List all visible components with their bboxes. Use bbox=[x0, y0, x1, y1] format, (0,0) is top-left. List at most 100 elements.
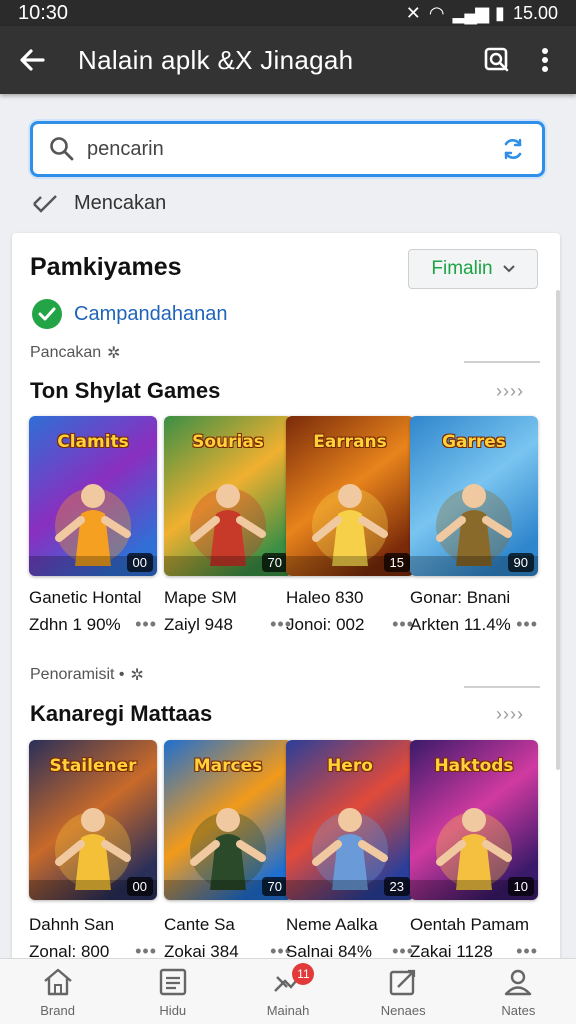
mute-icon: ✕ bbox=[405, 2, 421, 23]
hint-label: Mencakan bbox=[74, 192, 167, 214]
nav-label: Brand bbox=[40, 1003, 75, 1018]
list-icon bbox=[158, 965, 188, 999]
game-logo: Garres bbox=[442, 432, 506, 452]
verified-label: Campandahanan bbox=[74, 302, 228, 325]
divider bbox=[464, 686, 540, 688]
divider bbox=[464, 361, 540, 363]
game-tiles-row: Clamits 00 Sourias 70 Earrans 15 Garres 90 bbox=[29, 416, 543, 576]
scrollbar[interactable] bbox=[556, 290, 560, 770]
see-more-link[interactable]: ›››› bbox=[496, 381, 524, 402]
rating-badge: 70 bbox=[261, 877, 288, 896]
game-subtitle: Zdhn 1 90% bbox=[29, 614, 121, 634]
nav-item-brand[interactable]: Brand bbox=[0, 959, 115, 1024]
game-logo: Marces bbox=[193, 756, 263, 776]
rating-badge: 15 bbox=[383, 553, 410, 572]
page-title: Nalain aplk &X Jinagah bbox=[78, 44, 354, 75]
nav-item-nenaes[interactable]: Nenaes bbox=[346, 959, 461, 1024]
game-tile[interactable]: Haktods 10 bbox=[410, 740, 538, 900]
nav-label: Hidu bbox=[159, 1003, 187, 1018]
game-subtitle: Jonoi: 002 bbox=[286, 614, 365, 634]
checkmark-outline-icon bbox=[33, 194, 57, 213]
home-icon bbox=[41, 965, 75, 999]
game-tile[interactable]: Garres 90 bbox=[410, 416, 538, 576]
chevron-down-icon bbox=[502, 265, 515, 273]
game-meta: Gonar: Bnani Arkten 11.4% ••• bbox=[410, 588, 538, 635]
filter-label: Fimalin bbox=[431, 258, 493, 279]
game-name[interactable]: Haleo 830 bbox=[286, 588, 414, 608]
game-name[interactable]: Oentah Pamam bbox=[410, 915, 538, 935]
game-meta: Dahnh San Zonal: 800 ••• bbox=[29, 915, 157, 962]
signal-icon: ▂▄▆ bbox=[452, 2, 489, 23]
rating-badge: 00 bbox=[126, 877, 153, 896]
rating-badge: 10 bbox=[507, 877, 534, 896]
section-title: Kanaregi Mattaas bbox=[30, 701, 213, 726]
game-subtitle: Arkten 11.4% bbox=[410, 614, 511, 634]
section-subhead-label: Pancakan bbox=[30, 344, 102, 361]
nav-label: Nates bbox=[501, 1003, 536, 1018]
check-circle-icon bbox=[32, 299, 62, 329]
bottom-navigation: Brand Hidu Mainah 11 Nenaes Nates bbox=[0, 958, 576, 1024]
section-subhead: Pancakan ✲ bbox=[30, 343, 121, 363]
game-tile[interactable]: Stailener 00 bbox=[29, 740, 157, 900]
nav-item-mainah[interactable]: Mainah 11 bbox=[230, 959, 345, 1024]
game-meta: Haleo 830 Jonoi: 002 ••• bbox=[286, 588, 414, 635]
overflow-menu-button[interactable] bbox=[528, 43, 562, 77]
nav-label: Mainah bbox=[266, 1003, 310, 1018]
status-icons: ✕ ◠ ▂▄▆ ▮ 15.00 bbox=[406, 3, 558, 24]
search-bar bbox=[30, 121, 545, 177]
game-tile[interactable]: Sourias 70 bbox=[164, 416, 292, 576]
verified-row[interactable]: Campandahanan bbox=[32, 299, 227, 329]
game-meta: Ganetic Hontal Zdhn 1 90% ••• bbox=[29, 588, 157, 635]
notification-badge: 11 bbox=[292, 963, 315, 985]
section-title: Ton Shylat Games bbox=[30, 378, 221, 403]
sparkle-icon: ✲ bbox=[130, 667, 144, 684]
game-meta: Cante Sa Zokai 384 ••• bbox=[164, 915, 292, 962]
game-name[interactable]: Dahnh San bbox=[29, 915, 157, 935]
refresh-icon[interactable] bbox=[500, 136, 526, 162]
game-name[interactable]: Mape SM bbox=[164, 588, 292, 608]
game-tiles-row: Stailener 00 Marces 70 Hero 23 Haktods 10 bbox=[29, 740, 543, 900]
battery-icon: ▮ bbox=[495, 2, 505, 23]
search-action-button[interactable] bbox=[480, 43, 514, 77]
wifi-icon: ◠ bbox=[428, 2, 445, 23]
see-more-link[interactable]: ›››› bbox=[496, 704, 524, 725]
back-button[interactable] bbox=[14, 42, 50, 78]
game-subtitle: Zaiyl 948 bbox=[164, 614, 233, 634]
search-square-icon bbox=[484, 47, 509, 72]
rating-badge: 90 bbox=[507, 553, 534, 572]
game-name[interactable]: Neme Aalka bbox=[286, 915, 414, 935]
game-name[interactable]: Ganetic Hontal bbox=[29, 588, 157, 608]
game-logo: Haktods bbox=[434, 756, 514, 776]
game-meta: Oentah Pamam Zakai 1128 ••• bbox=[410, 915, 538, 962]
nav-label: Nenaes bbox=[380, 1003, 426, 1018]
game-logo: Hero bbox=[327, 756, 373, 776]
rating-badge: 23 bbox=[383, 877, 410, 896]
game-name[interactable]: Cante Sa bbox=[164, 915, 292, 935]
back-arrow-icon bbox=[20, 49, 45, 71]
card-title: Pamkiyames bbox=[30, 253, 182, 281]
section-subhead: Penoramisit • ✲ bbox=[30, 665, 144, 685]
game-tile[interactable]: Marces 70 bbox=[164, 740, 292, 900]
game-tile[interactable]: Earrans 15 bbox=[286, 416, 414, 576]
search-input[interactable] bbox=[87, 137, 500, 161]
more-options-icon[interactable]: ••• bbox=[516, 614, 538, 635]
game-tile[interactable]: Hero 23 bbox=[286, 740, 414, 900]
game-name[interactable]: Gonar: Bnani bbox=[410, 588, 538, 608]
game-logo: Earrans bbox=[313, 432, 387, 452]
edit-icon bbox=[388, 965, 418, 999]
game-tile[interactable]: Clamits 00 bbox=[29, 416, 157, 576]
results-card: Pamkiyames Fimalin Campandahanan Pancaka… bbox=[12, 233, 560, 963]
game-logo: Clamits bbox=[57, 432, 129, 452]
nav-item-hidu[interactable]: Hidu bbox=[115, 959, 230, 1024]
more-options-icon[interactable]: ••• bbox=[135, 614, 157, 635]
profile-icon bbox=[503, 965, 533, 999]
search-hint[interactable]: Mencakan bbox=[32, 192, 166, 215]
section-subhead-label: Penoramisit • bbox=[30, 666, 125, 683]
status-time: 10:30 bbox=[18, 1, 69, 24]
nav-item-nates[interactable]: Nates bbox=[461, 959, 576, 1024]
filter-dropdown[interactable]: Fimalin bbox=[408, 249, 538, 289]
more-vertical-icon bbox=[542, 48, 548, 72]
game-logo: Stailener bbox=[49, 756, 137, 776]
sparkle-icon: ✲ bbox=[107, 345, 121, 362]
search-icon bbox=[49, 136, 75, 162]
